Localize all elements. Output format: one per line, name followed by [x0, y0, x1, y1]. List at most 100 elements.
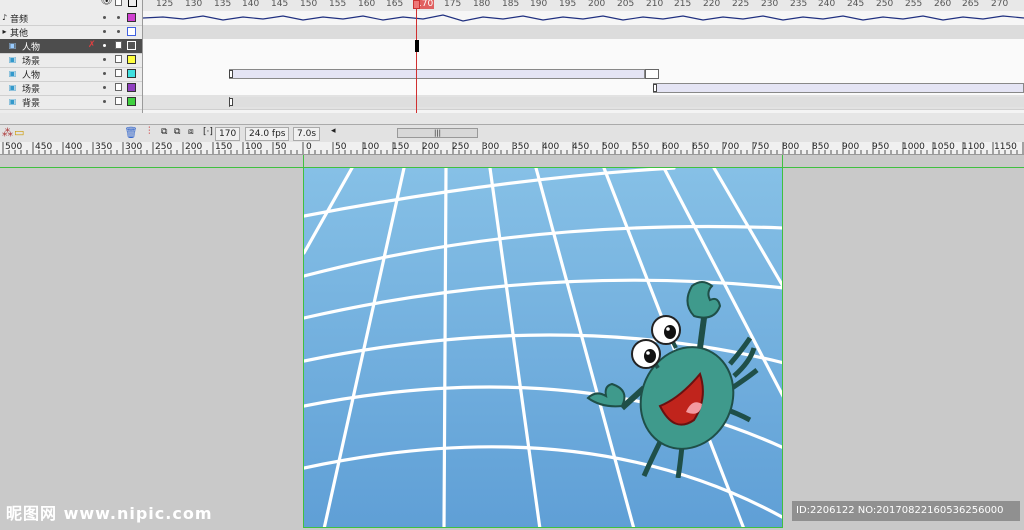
layer-name: 音频 — [10, 15, 29, 25]
ruler-label: 700 — [722, 142, 740, 152]
keyframe[interactable] — [229, 98, 233, 106]
crab-character[interactable] — [582, 278, 782, 478]
center-frame-icon[interactable]: ⫶ — [148, 126, 151, 137]
layer-color-swatch[interactable] — [127, 27, 136, 36]
tick-label: 160 — [358, 0, 376, 9]
layer-type-icon: ▣ — [8, 41, 17, 50]
tick-label: 145 — [271, 0, 289, 9]
onion-markers-icon[interactable]: [·] — [203, 127, 213, 137]
pencil-off-icon[interactable]: ✗ — [88, 40, 96, 50]
tween-span[interactable] — [229, 69, 645, 79]
add-folder-icon[interactable]: ▭ — [14, 126, 24, 139]
frame-row-other[interactable] — [143, 25, 1024, 40]
playhead-handle[interactable] — [413, 0, 420, 9]
frame-grid[interactable]: 125 130 135 140 145 150 155 160 165 170 … — [143, 0, 1024, 113]
lock-icon[interactable] — [115, 41, 122, 49]
ruler-label: 550 — [632, 142, 650, 152]
frame-row-scene[interactable] — [143, 53, 1024, 68]
elapsed-time-field[interactable]: 7.0s — [293, 127, 321, 141]
tick-label: 175 — [444, 0, 462, 9]
layer-row-audio[interactable]: ♪ 音频 — [0, 11, 142, 26]
lock-icon[interactable] — [115, 83, 122, 91]
layer-row-character-selected[interactable]: ▣ 人物 ✗ — [0, 39, 142, 54]
layer-row-other[interactable]: ▸ 其他 — [0, 25, 142, 40]
layer-row-scene[interactable]: ▣ 场景 — [0, 53, 142, 68]
ruler-label: 450 — [572, 142, 590, 152]
lock-icon[interactable] — [115, 55, 122, 63]
ruler-label: 200 — [185, 142, 203, 152]
keyframe[interactable] — [645, 69, 659, 79]
frame-row-background[interactable] — [143, 95, 1024, 110]
eye-icon[interactable]: 👁 — [101, 0, 112, 7]
ruler-label: 1100 — [962, 142, 985, 152]
lock-icon[interactable] — [115, 69, 122, 77]
frame-row-character-selected[interactable] — [143, 39, 1024, 54]
ruler-label: 350 — [512, 142, 530, 152]
keyframe[interactable] — [229, 70, 233, 78]
layer-name: 场景 — [22, 57, 41, 67]
frame-row-character[interactable] — [143, 67, 1024, 82]
lock-icon[interactable] — [115, 97, 122, 105]
layer-color-swatch[interactable] — [127, 97, 136, 106]
ruler-label: 50 — [335, 142, 347, 152]
tick-label: 155 — [329, 0, 347, 9]
scroll-left-icon[interactable]: ◂ — [331, 126, 336, 136]
ruler-label: 200 — [422, 142, 440, 152]
layer-color-swatch[interactable] — [127, 13, 136, 22]
layer-color-swatch[interactable] — [127, 41, 136, 50]
tick-label: 220 — [703, 0, 721, 9]
watermark-logo: 昵图网 www.nipic.com — [6, 504, 213, 523]
frame-rate-field[interactable]: 24.0 fps — [245, 127, 290, 141]
tick-label: 230 — [761, 0, 779, 9]
layer-color-swatch[interactable] — [127, 55, 136, 64]
layer-color-swatch[interactable] — [127, 83, 136, 92]
current-frame-field[interactable]: 170 — [215, 127, 241, 141]
ruler-label: 250 — [452, 142, 470, 152]
ruler-label: 50 — [275, 142, 287, 152]
ruler-label: 1050 — [932, 142, 955, 152]
tick-label: 255 — [905, 0, 923, 9]
tick-label: 150 — [300, 0, 318, 9]
lock-header-icon[interactable] — [115, 0, 122, 6]
ruler-label: 250 — [155, 142, 173, 152]
timeline-panel: 👁 ♪ 音频 ▸ 其他 ▣ 人物 ✗ ▣ 场景 ▣ 人物 ▣ 场景 ▣ 背景 1… — [0, 0, 1024, 125]
layer-type-icon: ▣ — [8, 69, 17, 78]
tween-span[interactable] — [653, 83, 1024, 93]
keyframe[interactable] — [653, 84, 657, 92]
layer-row-scene[interactable]: ▣ 场景 — [0, 81, 142, 96]
layer-row-character[interactable]: ▣ 人物 — [0, 67, 142, 82]
trash-icon[interactable]: 🗑 — [124, 126, 138, 139]
onion-outline-icon[interactable]: ⧉ — [174, 127, 180, 137]
tick-label: 210 — [646, 0, 664, 9]
tick-label: 190 — [530, 0, 548, 9]
folder-icon[interactable]: ▸ — [0, 27, 9, 36]
horizontal-scrollbar-thumb[interactable]: ||| — [397, 128, 478, 138]
layer-row-background[interactable]: ▣ 背景 — [0, 95, 142, 110]
layer-color-swatch[interactable] — [127, 69, 136, 78]
onion-skin-icon[interactable]: ⧉ — [161, 127, 167, 137]
ruler-label: 750 — [752, 142, 770, 152]
tick-label: 265 — [962, 0, 980, 9]
outline-header-icon[interactable] — [128, 0, 137, 7]
frame-span[interactable] — [229, 97, 1024, 107]
add-layer-icon[interactable]: ⁂ — [2, 126, 13, 139]
playhead-line[interactable] — [416, 0, 417, 113]
current-keyframe[interactable] — [415, 40, 419, 52]
timeline-footer: ⁂ ▭ 🗑 ⫶ ⧉ ⧉ ⧈ [·] 170 24.0 fps 7.0s ◂ ||… — [0, 124, 1024, 143]
layer-name: 场景 — [22, 85, 41, 95]
tick-label: 125 — [156, 0, 174, 9]
tick-label: 215 — [674, 0, 692, 9]
ruler-label: 350 — [95, 142, 113, 152]
layer-name: 背景 — [22, 99, 41, 109]
edit-multiple-icon[interactable]: ⧈ — [188, 127, 194, 137]
frame-row-audio[interactable] — [143, 11, 1024, 26]
frame-row-scene[interactable] — [143, 81, 1024, 96]
stage-canvas[interactable] — [303, 167, 783, 528]
tick-label: 240 — [818, 0, 836, 9]
ruler-label: 1000 — [902, 142, 925, 152]
ruler-label: 450 — [35, 142, 53, 152]
ruler-label: 1150 — [994, 142, 1017, 152]
ruler-label: 400 — [65, 142, 83, 152]
ruler-label: 100 — [362, 142, 380, 152]
tick-label: 140 — [242, 0, 260, 9]
